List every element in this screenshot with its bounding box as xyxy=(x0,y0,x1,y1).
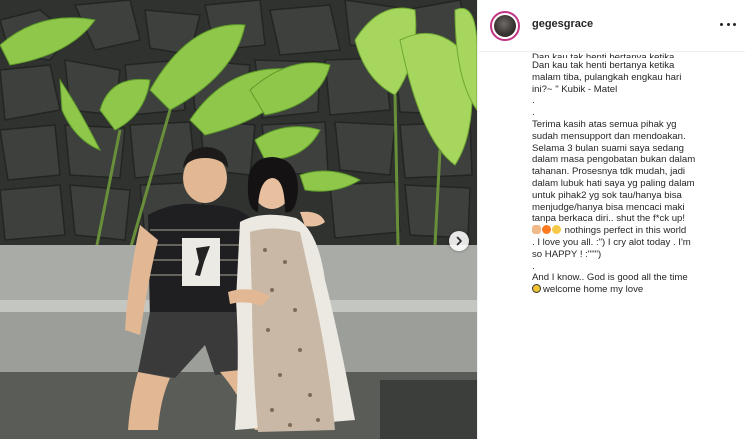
caption-line: . I love you all. :") I cry alot today .… xyxy=(532,236,691,248)
caption-line: tanpa berkaca diri.. shut the f*ck up! xyxy=(532,213,686,225)
post-photo[interactable] xyxy=(0,0,477,439)
caption-text: nothings perfect in this world xyxy=(564,225,687,237)
caption-line: untuk pihak2 yg sok tau/hanya bisa xyxy=(532,189,682,201)
caption-line: dalam masa pengobatan bukan dalam xyxy=(532,154,696,166)
post-header: gegesgrace xyxy=(478,0,745,52)
post-caption: Dan kau tak henti bertanya ketika Dan ka… xyxy=(532,52,740,352)
caption-line: menjudge/hanya bisa mencaci maki xyxy=(532,201,685,213)
profile-photo-icon xyxy=(494,15,516,37)
caption-line: malam tiba, pulangkah engkau hari xyxy=(532,71,682,83)
caption-line: tahanan. Prosesnya tdk mudah, jadi xyxy=(532,166,686,178)
dot-icon xyxy=(733,22,736,26)
caption-line: Selama 3 bulan suami saya sedang xyxy=(532,142,684,154)
dot-icon xyxy=(726,22,730,26)
caption-text: welcome home my love xyxy=(543,284,644,296)
bee-emoji-icon xyxy=(532,284,541,294)
caption-line: . xyxy=(532,260,535,272)
more-options-button[interactable] xyxy=(720,17,736,31)
hand-emoji-icon xyxy=(532,225,541,235)
caption-line: . xyxy=(532,107,535,119)
caption-line: Dan kau tak henti bertanya ketika xyxy=(532,52,675,58)
caption-line: sudah mensupport dan mendoakan. xyxy=(532,130,686,142)
caption-line: Terima kasih atas semua pihak yg xyxy=(532,118,677,130)
caption-line: so HAPPY ! :""") xyxy=(532,248,602,260)
caption-line: ini?~ " Kubik - Matel xyxy=(532,83,618,95)
username-link[interactable]: gegesgrace xyxy=(532,18,593,30)
caption-line: . xyxy=(532,95,535,107)
post-sidebar: gegesgrace Dan kau tak henti bertanya ke… xyxy=(477,0,745,439)
carousel-next-button[interactable] xyxy=(449,231,469,251)
smile-emoji-icon xyxy=(552,225,561,235)
avatar[interactable] xyxy=(490,11,520,41)
chevron-right-icon xyxy=(456,236,462,246)
caption-line: And I know.. God is good all the time xyxy=(532,272,688,284)
dot-icon xyxy=(720,22,723,26)
caption-last-line: welcome home my love xyxy=(532,284,740,296)
caption-emoji-line: nothings perfect in this world xyxy=(532,225,740,237)
caption-line: Dan kau tak henti bertanya ketika xyxy=(532,60,675,71)
instagram-post: gegesgrace Dan kau tak henti bertanya ke… xyxy=(0,0,745,439)
fire-emoji-icon xyxy=(542,225,551,235)
couple-photo xyxy=(0,0,477,439)
caption-line: dalam lubuk hati saya yg paling dalam xyxy=(532,177,695,189)
